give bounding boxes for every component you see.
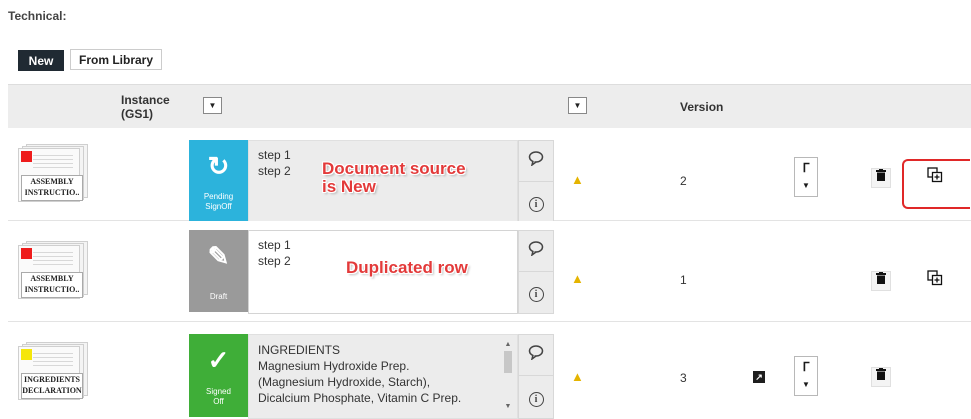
document-thumbnail[interactable]: ASSEMBLY INSTRUCTIO.. [18, 144, 88, 202]
content-line: Dicalcium Phosphate, Vitamin C Prep. [258, 391, 462, 405]
refresh-icon: ↻ [207, 151, 230, 181]
document-label-line1: ASSEMBLY [30, 274, 74, 283]
pencil-icon: ✎ [207, 241, 230, 271]
status-filter-dropdown[interactable]: ▼ [568, 97, 587, 114]
delete-icon[interactable] [871, 367, 891, 387]
status-line1: Draft [209, 292, 228, 301]
sync-icon: ᒥ [802, 360, 810, 374]
chevron-down-icon: ▼ [802, 181, 810, 190]
document-label-line1: ASSEMBLY [30, 177, 74, 186]
chevron-down-icon: ▼ [802, 380, 810, 389]
instance-column-header: Instance (GS1) [121, 93, 170, 121]
status-line2: Off [213, 397, 224, 406]
new-button[interactable]: New [18, 50, 64, 71]
scroll-up-icon[interactable]: ▲ [503, 341, 513, 349]
annotation-line2: is New [322, 177, 376, 196]
table-row: INGREDIENTS DECLARATION ✓ Signed Off ING… [8, 322, 971, 419]
content-line: (Magnesium Hydroxide, Starch), [258, 375, 431, 389]
info-icon[interactable]: i [519, 378, 553, 418]
info-glyph: i [528, 391, 544, 407]
document-thumbnail[interactable]: ASSEMBLY INSTRUCTIO.. [18, 241, 88, 299]
info-glyph: i [528, 196, 544, 212]
document-label-line2: DECLARATION [22, 386, 82, 395]
document-label: INGREDIENTS DECLARATION [21, 373, 83, 399]
info-icon[interactable]: i [519, 183, 553, 223]
document-thumbnail[interactable]: INGREDIENTS DECLARATION [18, 342, 88, 400]
content-preview: INGREDIENTS Magnesium Hydroxide Prep. (M… [248, 334, 518, 419]
table-row: ASSEMBLY INSTRUCTIO.. ✎ Draft step 1 ste… [8, 221, 971, 322]
table-header: Instance (GS1) ▼ ▼ Version [8, 84, 971, 128]
info-icon[interactable]: i [519, 273, 553, 313]
document-label: ASSEMBLY INSTRUCTIO.. [21, 175, 83, 201]
document-flag-icon [21, 151, 32, 162]
annotation-line1: Document source [322, 159, 466, 178]
status-line1: Pending [203, 192, 234, 201]
status-line1: Signed [206, 387, 231, 396]
status-tile-signed-off[interactable]: ✓ Signed Off [189, 334, 248, 417]
delete-icon[interactable] [871, 168, 891, 188]
comment-icon[interactable] [519, 141, 553, 182]
section-title: Technical: [8, 9, 67, 23]
comment-icon[interactable] [519, 335, 553, 376]
row-side-actions: i [518, 334, 554, 419]
info-glyph: i [528, 286, 544, 302]
document-label: ASSEMBLY INSTRUCTIO.. [21, 272, 83, 298]
checkmark-icon: ✓ [207, 345, 230, 375]
content-line: INGREDIENTS [258, 343, 341, 357]
from-library-button[interactable]: From Library [70, 49, 162, 70]
warning-icon: ▲ [571, 172, 584, 187]
row-side-actions: i [518, 230, 554, 314]
version-value: 2 [680, 174, 687, 188]
instance-filter-dropdown[interactable]: ▼ [203, 97, 222, 114]
instance-header-line2: (GS1) [121, 107, 154, 121]
status-line2: SignOff [205, 202, 232, 211]
content-line: step 1 [258, 238, 291, 252]
scroll-down-icon[interactable]: ▼ [503, 403, 513, 411]
sync-dropdown[interactable]: ᒥ ▼ [794, 157, 818, 197]
document-flag-icon [21, 349, 32, 360]
document-label-line1: INGREDIENTS [23, 375, 80, 384]
version-value: 1 [680, 273, 687, 287]
version-value: 3 [680, 371, 687, 385]
duplicate-icon[interactable] [925, 270, 945, 290]
annotation-document-source: Document source is New [322, 160, 466, 196]
warning-icon: ▲ [571, 271, 584, 286]
status-tile-pending-signoff[interactable]: ↻ Pending SignOff [189, 140, 248, 222]
delete-icon[interactable] [871, 271, 891, 291]
content-scrollbar[interactable]: ▲ ▼ [503, 341, 513, 411]
version-column-header: Version [680, 100, 724, 114]
table-row: ASSEMBLY INSTRUCTIO.. ↻ Pending SignOff … [8, 128, 971, 224]
instance-header-line1: Instance [121, 93, 170, 107]
scroll-thumb[interactable] [504, 351, 512, 373]
comment-icon[interactable] [519, 231, 553, 272]
sync-icon: ᒥ [802, 161, 810, 175]
row-side-actions: i [518, 140, 554, 224]
warning-icon: ▲ [571, 369, 584, 384]
document-label-line2: INSTRUCTIO.. [24, 188, 80, 197]
sync-dropdown[interactable]: ᒥ ▼ [794, 356, 818, 396]
document-label-line2: INSTRUCTIO.. [24, 285, 80, 294]
open-external-icon[interactable]: ↗ [753, 371, 765, 383]
annotation-duplicated-row: Duplicated row [346, 258, 468, 277]
document-flag-icon [21, 248, 32, 259]
status-tile-draft[interactable]: ✎ Draft [189, 230, 248, 312]
content-line: Magnesium Hydroxide Prep. [258, 359, 410, 373]
highlight-ring [902, 159, 970, 209]
